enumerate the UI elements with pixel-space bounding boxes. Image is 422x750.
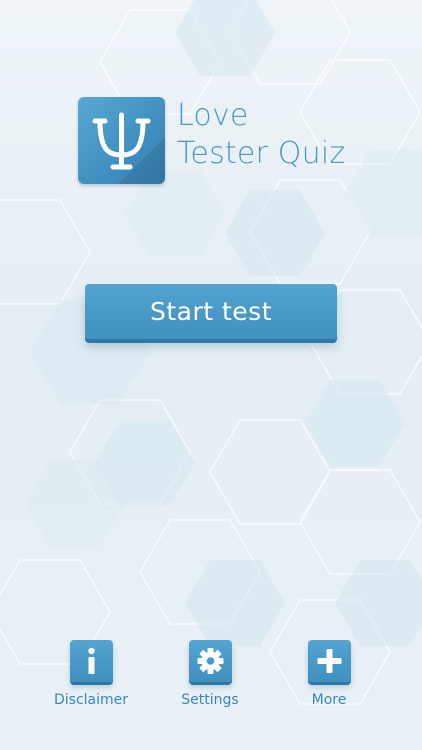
start-test-button[interactable]: Start test: [85, 284, 337, 339]
settings-button[interactable]: Settings: [160, 640, 260, 708]
gear-icon[interactable]: [188, 640, 232, 682]
bottom-nav: Disclaimer Settings More: [0, 640, 422, 720]
plus-icon[interactable]: [307, 640, 351, 682]
info-icon[interactable]: [69, 640, 113, 682]
more-button[interactable]: More: [279, 640, 379, 708]
psi-icon: [92, 112, 165, 184]
app-title-line2: Tester Quiz: [177, 136, 346, 171]
app-header: Love Tester Quiz: [78, 97, 378, 187]
disclaimer-label: Disclaimer: [53, 692, 129, 708]
disclaimer-button[interactable]: Disclaimer: [41, 640, 141, 708]
app-logo: [78, 97, 165, 184]
settings-label: Settings: [181, 692, 239, 708]
more-label: More: [311, 692, 347, 708]
app-title: Love Tester Quiz: [177, 97, 345, 173]
app-title-line1: Love: [177, 98, 249, 133]
